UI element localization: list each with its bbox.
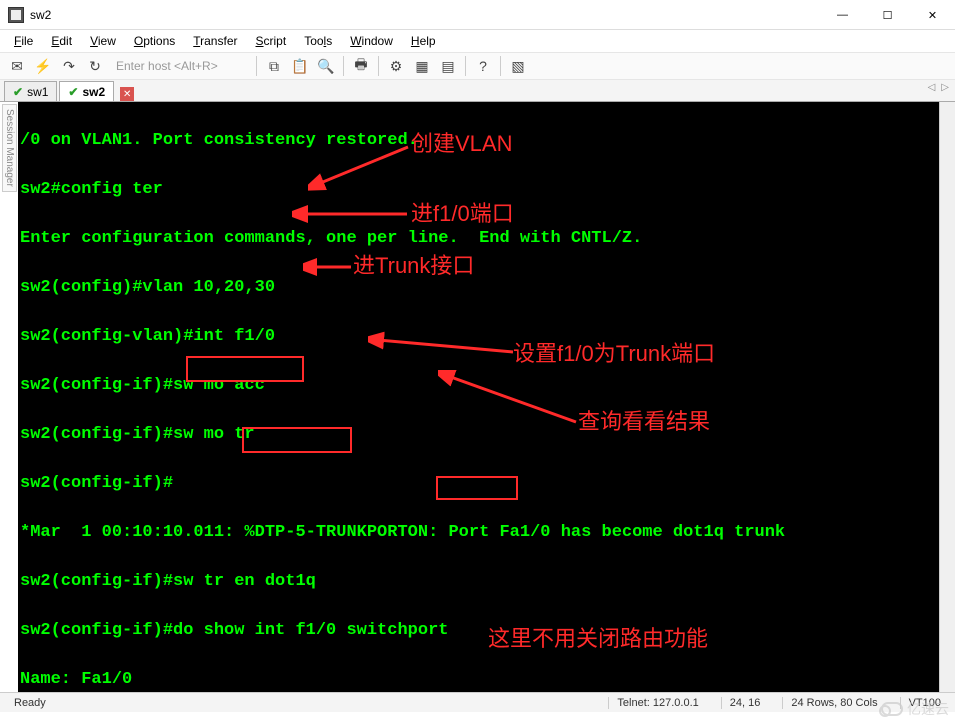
- tab-nav: ◁ ▷: [928, 82, 949, 93]
- session-options-icon[interactable]: ▦: [411, 55, 433, 77]
- menu-tools[interactable]: Tools: [296, 32, 340, 50]
- status-ready: Ready: [6, 697, 594, 709]
- tab-prev-button[interactable]: ◁: [928, 82, 936, 93]
- terminal-line: *Mar 1 00:10:10.011: %DTP-5-TRUNKPORTON:…: [20, 521, 953, 546]
- paste-icon[interactable]: 📋: [289, 55, 311, 77]
- separator: [256, 56, 257, 76]
- status-size: 24 Rows, 80 Cols: [782, 697, 885, 709]
- terminal-line: Name: Fa1/0: [20, 668, 953, 693]
- tab-close-button[interactable]: ✕: [120, 87, 134, 101]
- terminal-line: sw2(config-if)#sw tr en dot1q: [20, 570, 953, 595]
- arrow-icon: [292, 202, 412, 227]
- session-manager-panel[interactable]: Session Manager: [2, 104, 17, 192]
- tab-sw2[interactable]: ✔ sw2: [59, 81, 114, 101]
- reconnect-icon[interactable]: ↻: [84, 55, 106, 77]
- menu-edit[interactable]: Edit: [43, 32, 80, 50]
- status-cursor-pos: 24, 16: [721, 697, 769, 709]
- terminal-line: sw2#config ter: [20, 178, 953, 203]
- window-controls: — ☐ ✕: [820, 0, 955, 30]
- tab-next-button[interactable]: ▷: [941, 82, 949, 93]
- find-icon[interactable]: 🔍: [315, 55, 337, 77]
- misc-icon[interactable]: ▧: [507, 55, 529, 77]
- connect-icon[interactable]: ✉: [6, 55, 28, 77]
- terminal-line: sw2(config)#vlan 10,20,30: [20, 276, 953, 301]
- window-title: sw2: [30, 8, 51, 22]
- separator: [465, 56, 466, 76]
- quick-connect-icon[interactable]: ⚡: [32, 55, 54, 77]
- terminal-line: sw2(config-if)#sw mo tr: [20, 423, 953, 448]
- terminal-line: sw2(config-if)#do show int f1/0 switchpo…: [20, 619, 953, 644]
- statusbar: Ready Telnet: 127.0.0.1 24, 16 24 Rows, …: [0, 692, 955, 712]
- watermark-text: 亿速云: [907, 699, 949, 719]
- separator: [343, 56, 344, 76]
- toolbar: ✉ ⚡ ↷ ↻ Enter host <Alt+R> ⧉ 📋 🔍 🖶 ⚙ ▦ ▤…: [0, 52, 955, 80]
- watermark: 亿速云: [881, 699, 949, 719]
- status-connected-icon: ✔: [13, 85, 23, 99]
- menu-file[interactable]: File: [6, 32, 41, 50]
- copy-icon[interactable]: ⧉: [263, 55, 285, 77]
- menu-view[interactable]: View: [82, 32, 124, 50]
- separator: [378, 56, 379, 76]
- host-input[interactable]: Enter host <Alt+R>: [110, 59, 250, 73]
- separator: [500, 56, 501, 76]
- tabbar: ✔ sw1 ✔ sw2 ✕ ◁ ▷: [0, 80, 955, 102]
- terminal-line: sw2(config-if)#sw mo acc: [20, 374, 953, 399]
- tab-label: sw1: [27, 85, 48, 99]
- terminal-output[interactable]: /0 on VLAN1. Port consistency restored. …: [18, 102, 955, 692]
- menu-help[interactable]: Help: [403, 32, 444, 50]
- scrollbar[interactable]: [939, 102, 955, 692]
- menu-script[interactable]: Script: [248, 32, 295, 50]
- help-icon[interactable]: ?: [472, 55, 494, 77]
- annotation-text: 进f1/0端口: [411, 202, 514, 227]
- terminal-line: sw2(config-if)#: [20, 472, 953, 497]
- tile-icon[interactable]: ▤: [437, 55, 459, 77]
- settings-icon[interactable]: ⚙: [385, 55, 407, 77]
- close-button[interactable]: ✕: [910, 0, 955, 30]
- status-connection: Telnet: 127.0.0.1: [608, 697, 706, 709]
- app-icon: [8, 7, 24, 23]
- menu-transfer[interactable]: Transfer: [185, 32, 245, 50]
- minimize-button[interactable]: —: [820, 0, 865, 30]
- tab-sw1[interactable]: ✔ sw1: [4, 81, 57, 101]
- print-icon[interactable]: 🖶: [350, 55, 372, 77]
- disconnect-icon[interactable]: ↷: [58, 55, 80, 77]
- arrow-icon: [303, 257, 358, 277]
- terminal-line: sw2(config-vlan)#int f1/0: [20, 325, 953, 350]
- tab-label: sw2: [82, 85, 105, 99]
- maximize-button[interactable]: ☐: [865, 0, 910, 30]
- terminal-line: Enter configuration commands, one per li…: [20, 227, 953, 252]
- menu-options[interactable]: Options: [126, 32, 183, 50]
- menu-window[interactable]: Window: [342, 32, 401, 50]
- window-titlebar: sw2 — ☐ ✕: [0, 0, 955, 30]
- terminal-line: /0 on VLAN1. Port consistency restored.: [20, 129, 953, 154]
- status-connected-icon: ✔: [68, 85, 78, 99]
- watermark-icon: [881, 702, 903, 716]
- menubar: File Edit View Options Transfer Script T…: [0, 30, 955, 52]
